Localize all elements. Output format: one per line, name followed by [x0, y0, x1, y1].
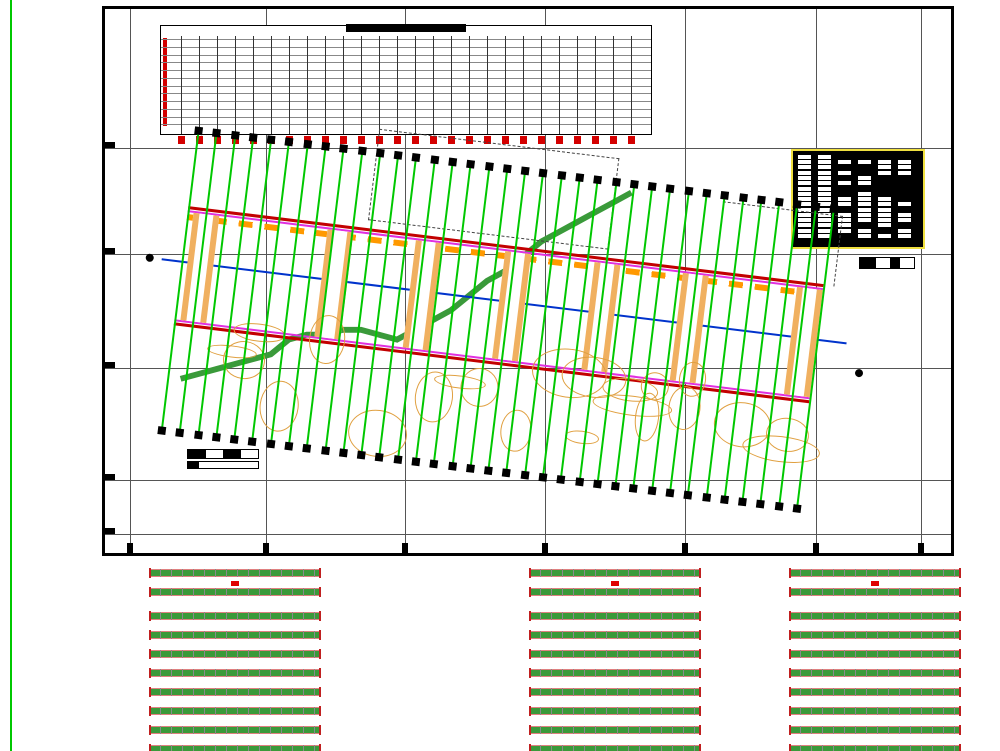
cross-section [530, 585, 700, 599]
cross-section [150, 647, 320, 661]
cross-section [150, 742, 320, 751]
alignment-start-point [145, 253, 154, 262]
cross-section [790, 628, 960, 642]
cross-section [530, 628, 700, 642]
cross-section [150, 628, 320, 642]
contour [564, 429, 599, 447]
cross-section [530, 647, 700, 661]
cross-section [790, 585, 960, 599]
cross-section [150, 666, 320, 680]
cross-section [790, 647, 960, 661]
cross-section-column [790, 566, 960, 751]
cross-section [150, 609, 320, 623]
cad-sheet [0, 0, 1000, 751]
cross-section [790, 566, 960, 580]
cross-section [150, 723, 320, 737]
north-scale-block [859, 257, 915, 269]
cross-section [150, 566, 320, 580]
cross-section [150, 704, 320, 718]
cross-section [530, 609, 700, 623]
cross-section [790, 704, 960, 718]
cross-section [530, 742, 700, 751]
cross-section [150, 685, 320, 699]
cross-section-column [530, 566, 700, 751]
cross-section [790, 742, 960, 751]
drawing-frame [102, 6, 954, 556]
scale-bar [187, 449, 259, 459]
cross-section [150, 585, 320, 599]
print-margin-left [10, 0, 12, 751]
cross-section [790, 666, 960, 680]
cross-section [530, 666, 700, 680]
cross-section [790, 723, 960, 737]
longitudinal-profile-chart [160, 25, 652, 135]
cross-section-column [150, 566, 320, 751]
cross-section [530, 704, 700, 718]
cross-section [530, 566, 700, 580]
cross-section [790, 685, 960, 699]
cross-section [530, 685, 700, 699]
cross-section [530, 723, 700, 737]
cross-section [790, 609, 960, 623]
scale-bar-2 [187, 461, 259, 469]
